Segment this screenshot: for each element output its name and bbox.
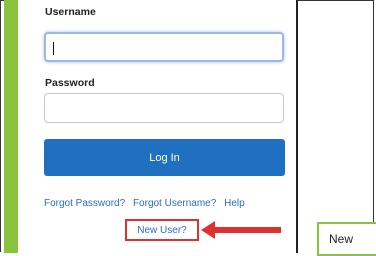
help-links: Forgot Password? Forgot Username? Help: [44, 198, 294, 209]
login-form: Username Password Log In Forgot Password…: [18, 0, 298, 253]
text-caret: [53, 42, 54, 55]
username-input[interactable]: [44, 32, 284, 62]
new-user-highlight-box: New User?: [125, 219, 199, 241]
login-button[interactable]: Log In: [44, 139, 285, 176]
popup-text: New: [329, 232, 354, 246]
new-user-link[interactable]: New User?: [137, 225, 186, 236]
forgot-username-link[interactable]: Forgot Username?: [133, 198, 216, 209]
password-label: Password: [45, 77, 95, 89]
popup-callout: New: [317, 222, 376, 256]
help-link[interactable]: Help: [224, 198, 245, 209]
red-arrow-icon: [201, 221, 281, 239]
forgot-password-link[interactable]: Forgot Password?: [44, 198, 125, 209]
green-accent-bar: [4, 0, 18, 253]
username-label: Username: [45, 6, 96, 18]
password-input[interactable]: [44, 93, 284, 123]
